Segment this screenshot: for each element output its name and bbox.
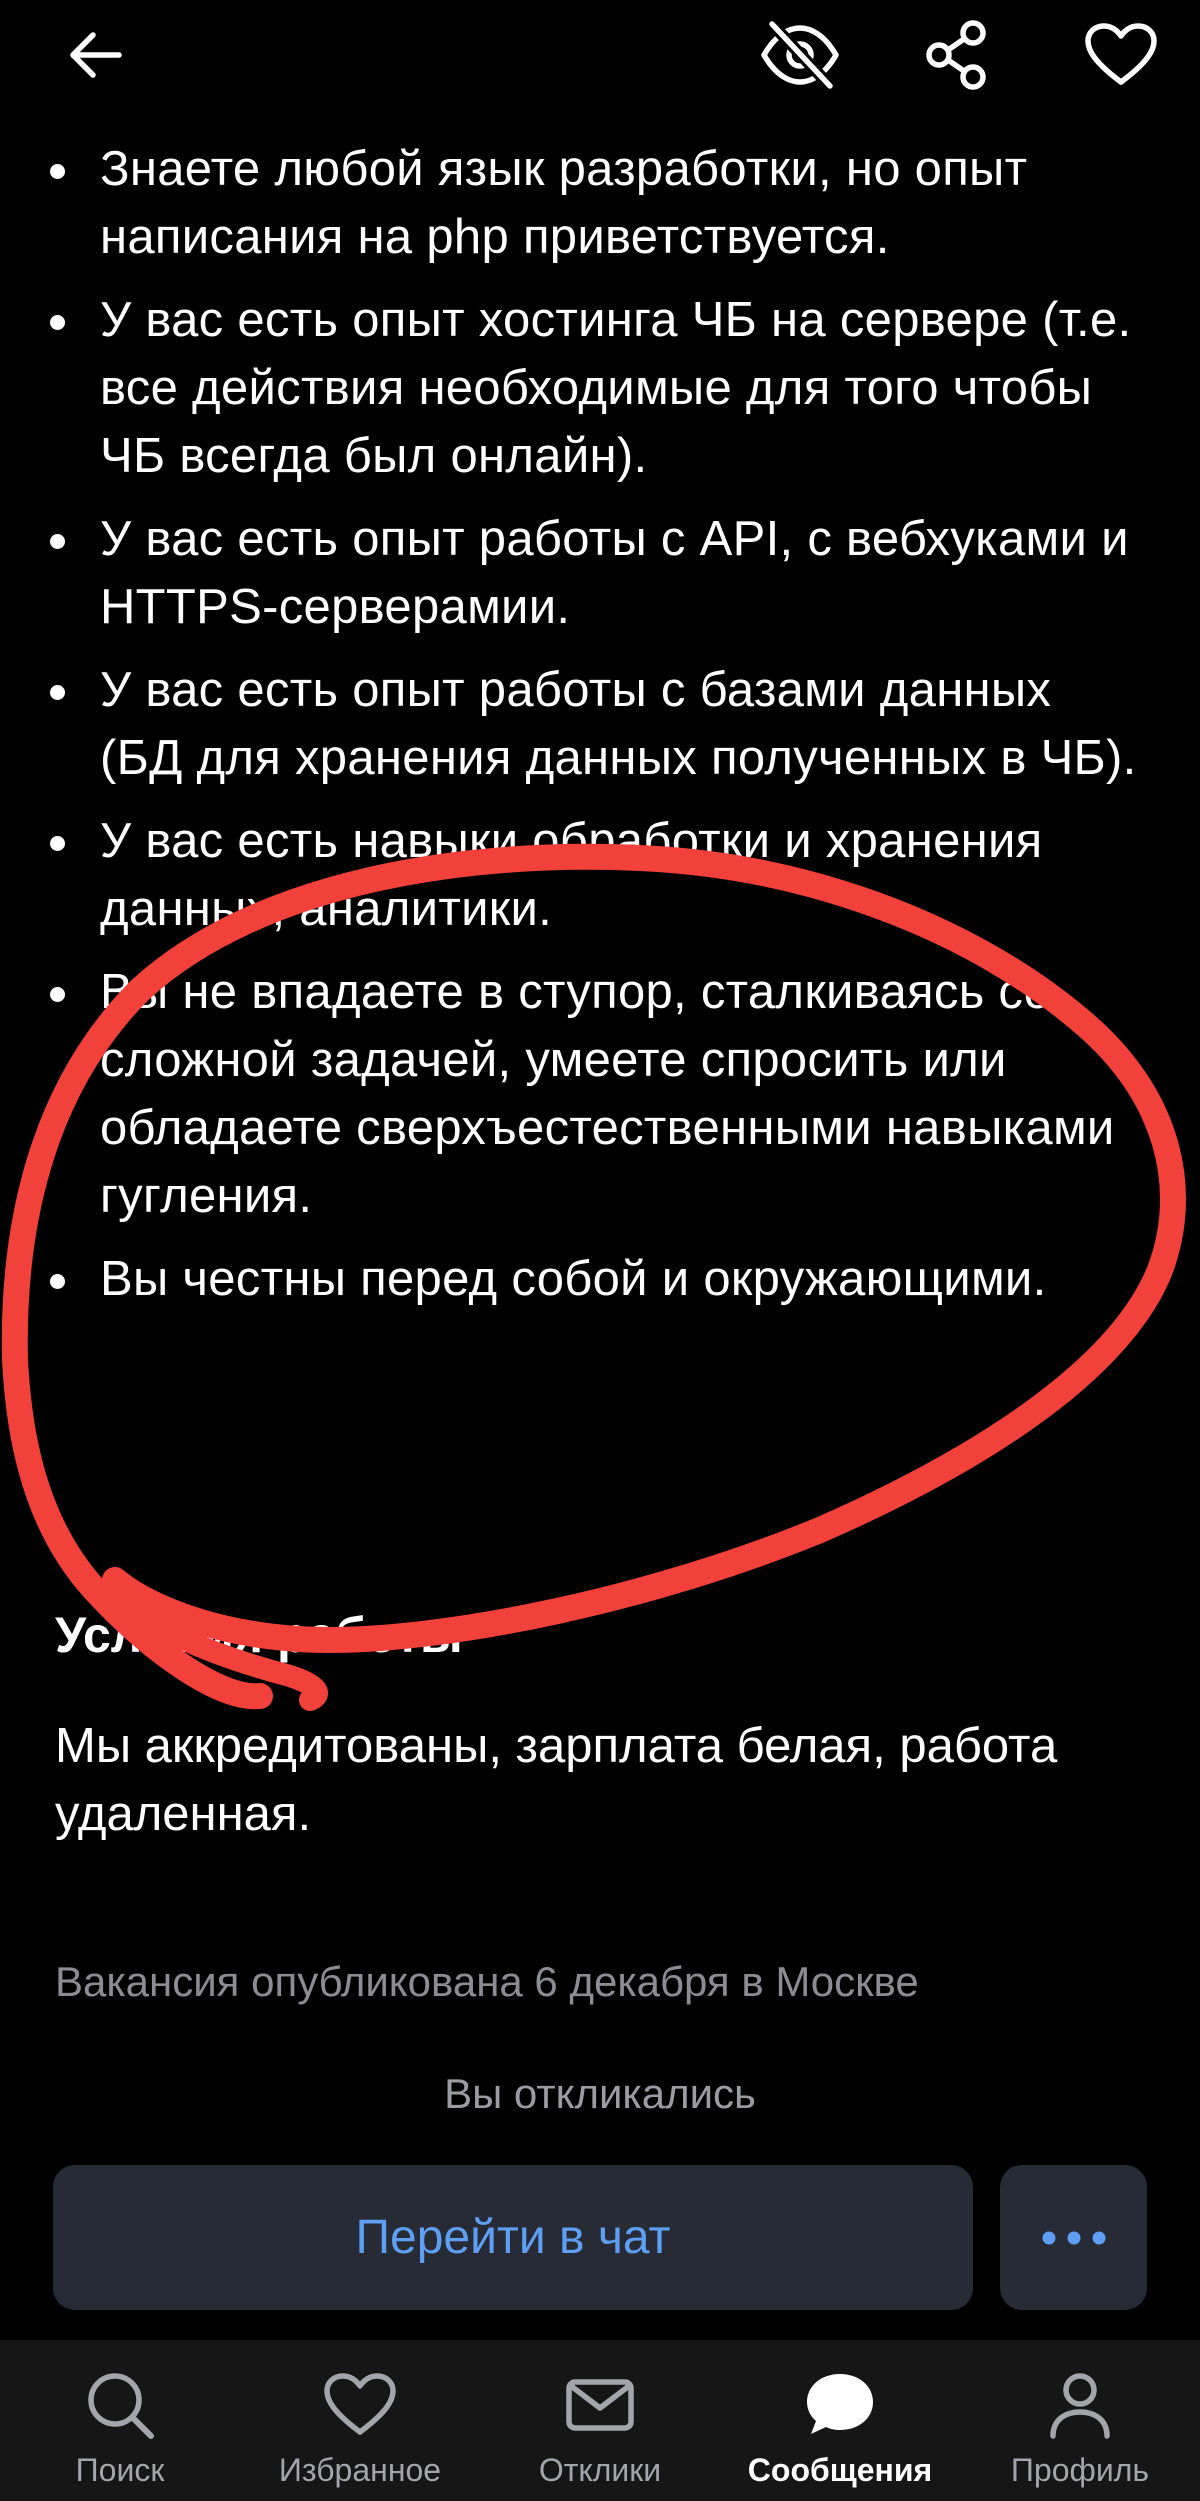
back-button[interactable]: [50, 10, 140, 100]
list-item: Знаете любой язык разработки, но опыт на…: [0, 135, 1200, 271]
share-icon: [926, 20, 986, 90]
requirement-text: У вас есть опыт работы с базами данных (…: [100, 663, 1137, 785]
bottom-tab-bar: Поиск Избранное Отклики Сообщения Профил…: [0, 2340, 1200, 2501]
more-options-button[interactable]: [1000, 2165, 1147, 2310]
tab-label: Избранное: [278, 2452, 442, 2488]
eye-off-icon: [761, 20, 839, 90]
profile-icon: [1050, 2373, 1110, 2439]
list-item: У вас есть опыт работы с базами данных (…: [0, 656, 1200, 792]
tab-label: Поиск: [75, 2452, 165, 2488]
tab-profile[interactable]: Профиль: [960, 2340, 1200, 2501]
bullet: [50, 685, 65, 700]
heart-icon: [1085, 23, 1157, 85]
bullet: [50, 836, 65, 851]
top-bar: [0, 0, 1200, 110]
chat-bubble-icon: [807, 2374, 873, 2434]
go-to-chat-button[interactable]: Перейти в чат: [53, 2165, 973, 2310]
hide-vacancy-button[interactable]: [752, 10, 848, 100]
share-button[interactable]: [912, 10, 1002, 100]
heart-icon: [324, 2373, 396, 2435]
more-dots-icon: [1042, 2231, 1105, 2244]
tab-messages[interactable]: Сообщения: [720, 2340, 960, 2501]
favorite-button[interactable]: [1076, 10, 1166, 100]
tab-label: Сообщения: [747, 2452, 933, 2488]
tab-label: Профиль: [1010, 2452, 1150, 2488]
bullet: [50, 534, 65, 549]
conditions-heading: Условия работы: [55, 1607, 463, 1663]
requirement-text: Вы не впадаете в ступор, сталкиваясь со …: [100, 965, 1115, 1223]
list-item: Вы не впадаете в ступор, сталкиваясь со …: [0, 958, 1200, 1230]
requirement-text: У вас есть опыт хостинга ЧБ на сервере (…: [100, 293, 1132, 483]
conditions-text: Мы аккредитованы, зарплата белая, работа…: [55, 1719, 1058, 1841]
bullet: [50, 164, 65, 179]
tab-label: Отклики: [538, 2452, 662, 2488]
search-icon: [88, 2373, 154, 2439]
go-to-chat-label: Перейти в чат: [355, 2211, 671, 2264]
tab-search[interactable]: Поиск: [0, 2340, 240, 2501]
bullet: [50, 987, 65, 1002]
requirement-text: Знаете любой язык разработки, но опыт на…: [100, 142, 1028, 264]
bullet: [50, 1274, 65, 1289]
list-item: У вас есть опыт хостинга ЧБ на сервере (…: [0, 286, 1200, 490]
mail-icon: [566, 2379, 634, 2431]
bullet: [50, 315, 65, 330]
tab-responses[interactable]: Отклики: [480, 2340, 720, 2501]
requirement-text: У вас есть опыт работы с API, с вебхукам…: [100, 512, 1129, 634]
list-item: У вас есть навыки обработки и хранения д…: [0, 807, 1200, 943]
list-item: Вы честны перед собой и окружающими.: [0, 1245, 1200, 1313]
requirement-text: Вы честны перед собой и окружающими.: [100, 1252, 1047, 1306]
responded-status: Вы откликались: [444, 2070, 756, 2117]
list-item: У вас есть опыт работы с API, с вебхукам…: [0, 505, 1200, 641]
tab-favorites[interactable]: Избранное: [240, 2340, 480, 2501]
published-info: Вакансия опубликована 6 декабря в Москве: [55, 1958, 919, 2005]
requirement-text: У вас есть навыки обработки и хранения д…: [100, 814, 1043, 936]
arrow-left-icon: [70, 32, 122, 78]
requirements-list: Знаете любой язык разработки, но опыт на…: [0, 135, 1200, 1328]
